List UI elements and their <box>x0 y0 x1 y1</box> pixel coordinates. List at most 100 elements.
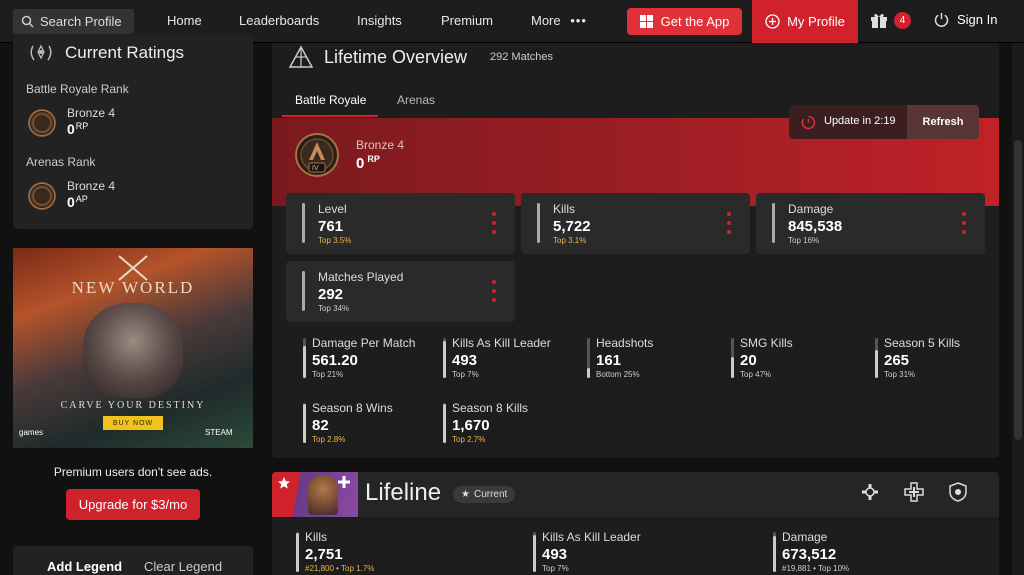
stat-rank: Top 7% <box>452 370 479 379</box>
power-icon <box>934 13 949 27</box>
stat-level-fill <box>303 404 306 443</box>
stat-season-8-kills[interactable]: Season 8 Kills 1,670 Top 2.7% <box>443 401 573 449</box>
refresh-button[interactable]: Refresh <box>907 105 979 139</box>
overview-pyramid-icon <box>288 45 314 68</box>
stat-label: SMG Kills <box>740 336 793 350</box>
legend-stat-damage[interactable]: Damage 673,512 #19,881 • Top 10% <box>773 530 973 575</box>
stat-label: Season 8 Wins <box>312 401 393 415</box>
stat-card-level[interactable]: Level 761 Top 3.5% <box>286 193 515 254</box>
ad-title: NEW WORLD <box>71 278 195 297</box>
stat-level-bar <box>875 338 878 378</box>
stat-label: Season 8 Kills <box>452 401 529 415</box>
drone-ability-icon[interactable] <box>860 482 880 502</box>
stat-label: Damage <box>782 530 828 544</box>
emblem-tier: IV <box>312 165 319 172</box>
stat-kills-as-kill-leader[interactable]: Kills As Kill Leader 493 Top 7% <box>443 336 573 384</box>
search-icon <box>21 15 34 28</box>
update-countdown: Update in 2:19 <box>824 115 896 127</box>
stat-level-rank: Top 3.5% <box>318 236 352 245</box>
stat-kills-bar <box>537 203 540 243</box>
stat-kills-rank: Top 3.1% <box>553 236 587 245</box>
sign-in-label: Sign In <box>957 12 998 27</box>
get-app-button[interactable]: Get the App <box>627 8 742 35</box>
clear-legend-button[interactable]: Clear Legend <box>144 559 222 574</box>
stat-damage-label: Damage <box>788 202 834 216</box>
br-rank-value: 0RP <box>67 121 88 137</box>
stat-level-bar <box>731 338 734 378</box>
ad-publisher-logo: games <box>19 428 44 437</box>
nav-more[interactable]: More ••• <box>531 13 587 28</box>
stat-bar <box>533 532 536 572</box>
scrollbar-thumb[interactable] <box>1014 140 1022 440</box>
stat-card-kills[interactable]: Kills 5,722 Top 3.1% <box>521 193 750 254</box>
search-label: Search Profile <box>40 14 122 29</box>
search-profile-button[interactable]: Search Profile <box>13 9 134 34</box>
overview-rank-value: 0 RP <box>356 154 380 172</box>
stat-season-8-wins[interactable]: Season 8 Wins 82 Top 2.8% <box>303 401 433 449</box>
lifetime-overview-card: Lifetime Overview 292 Matches Battle Roy… <box>272 43 999 458</box>
get-app-label: Get the App <box>660 14 730 29</box>
upgrade-button[interactable]: Upgrade for $3/mo <box>66 489 200 520</box>
stat-level-value: 761 <box>318 218 344 235</box>
stat-level-bar <box>303 338 306 378</box>
stat-headshots[interactable]: Headshots 161 Bottom 25% <box>587 336 717 384</box>
stat-kills-value: 5,722 <box>553 218 591 235</box>
shield-icon[interactable] <box>948 482 968 502</box>
legend-card-lifeline: Lifeline ★ Current Kills 2,751 #21,800 •… <box>272 472 999 575</box>
nav-insights[interactable]: Insights <box>357 13 402 28</box>
stat-bar-fill <box>296 532 299 572</box>
my-profile-button[interactable]: My Profile <box>752 0 858 43</box>
legend-stat-kills-as-kill-leader[interactable]: Kills As Kill Leader 493 Top 7% <box>533 530 733 575</box>
stat-bar <box>773 532 776 572</box>
stat-menu-icon[interactable] <box>961 212 967 234</box>
gift-button[interactable]: 4 <box>870 12 911 29</box>
stat-label: Kills <box>305 530 328 544</box>
arenas-rank-label: Arenas Rank <box>26 155 96 169</box>
stat-damage-per-match[interactable]: Damage Per Match 561.20 Top 21% <box>303 336 433 384</box>
tab-battle-royale[interactable]: Battle Royale <box>295 93 366 107</box>
gift-count-badge: 4 <box>894 12 911 29</box>
stat-value: 673,512 <box>782 546 837 563</box>
new-world-ad[interactable]: NEW WORLD CARVE YOUR DESTINY BUY NOW gam… <box>13 248 253 448</box>
stat-card-damage[interactable]: Damage 845,538 Top 16% <box>756 193 985 254</box>
stat-level-fill <box>303 346 306 378</box>
stat-card-matches-played[interactable]: Matches Played 292 Top 34% <box>286 261 515 322</box>
stat-label: Season 5 Kills <box>884 336 961 350</box>
stat-level-fill <box>443 340 446 378</box>
legend-stat-kills[interactable]: Kills 2,751 #21,800 • Top 1.7% <box>296 530 496 575</box>
stat-rank: Top 21% <box>312 370 344 379</box>
nav-premium[interactable]: Premium <box>441 13 493 28</box>
sign-in-button[interactable]: Sign In <box>934 12 997 27</box>
heal-cross-icon[interactable] <box>904 482 924 502</box>
stat-rank: Top 7% <box>542 564 569 573</box>
arenas-ap-unit: AP <box>75 194 88 204</box>
legend-portrait <box>272 472 358 517</box>
add-legend-button[interactable]: Add Legend <box>47 559 122 574</box>
matches-count: 292 Matches <box>490 51 553 63</box>
stat-bar-fill <box>533 534 536 572</box>
ad-buy-now-button[interactable]: BUY NOW <box>103 416 163 430</box>
stat-damage-rank: Top 16% <box>788 236 820 245</box>
nav-more-label: More <box>531 13 561 28</box>
lifeline-face <box>308 475 338 515</box>
nav-leaderboards[interactable]: Leaderboards <box>239 13 319 28</box>
stat-menu-icon[interactable] <box>491 280 497 302</box>
stat-menu-icon[interactable] <box>726 212 732 234</box>
stat-season-5-kills[interactable]: Season 5 Kills 265 Top 31% <box>875 336 1005 384</box>
stat-level-bar <box>587 338 590 378</box>
current-ratings-card: Current Ratings Battle Royale Rank Bronz… <box>13 35 253 229</box>
stat-rank: Top 2.7% <box>452 435 486 444</box>
br-rp-unit: RP <box>75 121 89 131</box>
stat-label: Kills As Kill Leader <box>452 336 551 350</box>
current-label: Current <box>473 489 508 500</box>
stat-value: 493 <box>542 546 568 563</box>
tab-arenas[interactable]: Arenas <box>397 93 435 107</box>
stat-value: 161 <box>596 352 622 369</box>
stat-smg-kills[interactable]: SMG Kills 20 Top 47% <box>731 336 861 384</box>
my-profile-label: My Profile <box>787 14 845 29</box>
nav-home[interactable]: Home <box>167 13 202 28</box>
stat-menu-icon[interactable] <box>491 212 497 234</box>
stat-damage-bar <box>772 203 775 243</box>
stat-bar-fill <box>773 536 776 572</box>
current-legend-badge: ★ Current <box>453 486 516 503</box>
